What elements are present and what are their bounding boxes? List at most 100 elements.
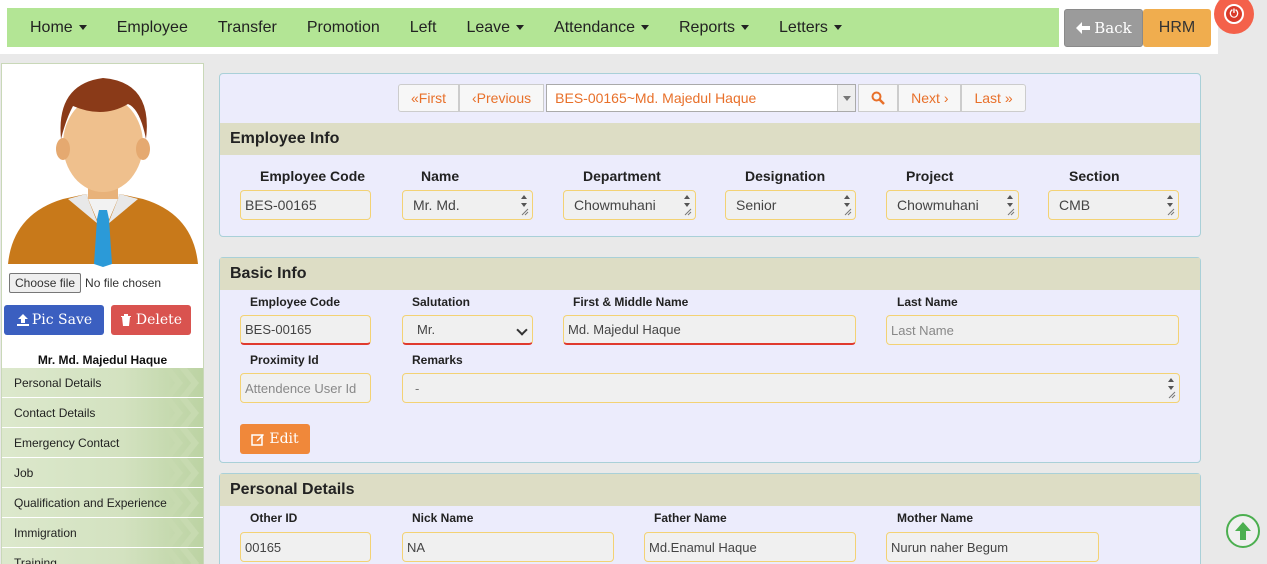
nav-employee[interactable]: Employee xyxy=(117,19,188,37)
basic-info-panel: Basic Info Employee Code Salutation Firs… xyxy=(219,257,1201,463)
edit-label: Edit xyxy=(269,431,299,447)
nav-reports[interactable]: Reports xyxy=(678,18,750,37)
hrm-button[interactable]: HRM xyxy=(1143,9,1211,47)
top-bar: Home Employee Transfer Promotion Left Le… xyxy=(0,0,1218,54)
label-salutation: Salutation xyxy=(412,295,471,309)
label-department: Department xyxy=(583,168,661,184)
next-button[interactable]: Next › xyxy=(898,84,962,112)
profile-sidebar: Choose file No file chosen Pic Save Dele… xyxy=(1,63,204,564)
caret-down-icon xyxy=(741,25,750,30)
name-field[interactable]: Mr. Md. xyxy=(402,190,533,220)
chevron-right-icon xyxy=(163,368,199,397)
nav-left[interactable]: Left xyxy=(410,19,437,37)
chevron-right-icon xyxy=(163,398,199,427)
label-designation: Designation xyxy=(745,168,826,184)
power-button[interactable]: ⏻ xyxy=(1214,0,1254,34)
upload-icon xyxy=(16,314,29,326)
label-other-id: Other ID xyxy=(250,511,298,525)
back-label: Back xyxy=(1094,19,1132,37)
sidebar-item-label: Training xyxy=(14,555,57,564)
delete-button[interactable]: Delete xyxy=(111,305,191,335)
employee-code-input[interactable]: BES-00165 xyxy=(240,315,371,345)
sidebar-item-label: Job xyxy=(14,465,34,480)
first-middle-name-input[interactable]: Md. Majedul Haque xyxy=(563,315,856,345)
employee-code-value: BES-00165 xyxy=(245,322,312,337)
nick-name-value: NA xyxy=(407,539,426,555)
mother-name-input[interactable]: Nurun naher Begum xyxy=(886,532,1099,562)
chevron-right-icon xyxy=(163,518,199,547)
nav-letters[interactable]: Letters xyxy=(779,19,842,37)
pic-save-button[interactable]: Pic Save xyxy=(4,305,104,335)
chevron-down-icon xyxy=(516,324,528,336)
last-name-placeholder: Last Name xyxy=(891,322,954,338)
label-name: Name xyxy=(421,168,460,184)
designation-value: Senior xyxy=(736,197,777,213)
resize-handle-icon xyxy=(844,195,852,216)
pic-save-label: Pic Save xyxy=(31,312,93,328)
sidebar-item-immigration[interactable]: Immigration xyxy=(2,518,203,548)
employee-code-field[interactable]: BES-00165 xyxy=(240,190,371,220)
search-icon xyxy=(871,91,886,105)
choose-file-button[interactable]: Choose file xyxy=(9,273,82,293)
first-middle-name-value: Md. Majedul Haque xyxy=(568,322,681,337)
nav-promotion[interactable]: Promotion xyxy=(307,19,380,37)
search-button[interactable] xyxy=(858,84,899,112)
sidebar-item-contact-details[interactable]: Contact Details xyxy=(2,398,203,428)
designation-field[interactable]: Senior xyxy=(725,190,856,220)
project-value: Chowmuhani xyxy=(897,197,979,213)
employee-select-value: BES-00165~Md. Majedul Haque xyxy=(555,90,757,106)
avatar-icon xyxy=(8,78,198,267)
sidebar-item-label: Contact Details xyxy=(14,405,96,420)
scroll-to-top-button[interactable] xyxy=(1226,514,1260,548)
last-name-input[interactable]: Last Name xyxy=(886,315,1179,345)
proximity-id-input[interactable]: Attendence User Id xyxy=(240,373,371,403)
label-employee-code: Employee Code xyxy=(260,168,366,184)
sidebar-item-job[interactable]: Job xyxy=(2,458,203,488)
nav-home-label: Home xyxy=(30,18,73,36)
sidebar-item-qualification[interactable]: Qualification and Experience xyxy=(2,488,203,518)
employee-select[interactable]: BES-00165~Md. Majedul Haque xyxy=(546,84,857,112)
nav-letters-label: Letters xyxy=(779,18,828,36)
personal-details-panel: Personal Details Other ID Nick Name Fath… xyxy=(219,473,1201,564)
label-first-middle-name: First & Middle Name xyxy=(573,295,689,309)
section-field[interactable]: CMB xyxy=(1048,190,1179,220)
nav-transfer[interactable]: Transfer xyxy=(218,19,277,37)
label-project: Project xyxy=(906,168,954,184)
sidebar-item-emergency-contact[interactable]: Emergency Contact xyxy=(2,428,203,458)
project-field[interactable]: Chowmuhani xyxy=(886,190,1019,220)
caret-down-icon xyxy=(833,25,842,30)
previous-button[interactable]: ‹Previous xyxy=(459,84,545,112)
file-status: No file chosen xyxy=(85,276,162,290)
salutation-select[interactable]: Mr. xyxy=(402,315,533,345)
sidebar-item-training[interactable]: Training xyxy=(2,548,203,564)
father-name-input[interactable]: Md.Enamul Haque xyxy=(644,532,856,562)
resize-handle-icon xyxy=(521,195,529,216)
nick-name-input[interactable]: NA xyxy=(402,532,614,562)
nav-leave[interactable]: Leave xyxy=(466,19,525,37)
nav-reports-label: Reports xyxy=(678,18,736,36)
nav-home[interactable]: Home xyxy=(30,19,87,37)
arrow-left-icon xyxy=(1076,22,1091,34)
arrow-up-icon xyxy=(1235,522,1251,540)
last-button[interactable]: Last » xyxy=(961,84,1026,112)
resize-handle-icon xyxy=(1168,378,1176,399)
first-button[interactable]: «First xyxy=(398,84,459,112)
back-button[interactable]: Back xyxy=(1064,9,1143,47)
department-field[interactable]: Chowmuhani xyxy=(563,190,696,220)
remarks-textarea[interactable]: - xyxy=(402,373,1180,403)
employee-code-value: BES-00165 xyxy=(245,197,317,213)
file-picker[interactable]: Choose file No file chosen xyxy=(9,273,161,293)
department-value: Chowmuhani xyxy=(574,197,656,213)
sidebar-item-personal-details[interactable]: Personal Details xyxy=(2,368,203,398)
nav-attendance-label: Attendance xyxy=(554,18,635,36)
other-id-input[interactable]: 00165 xyxy=(240,532,371,562)
personal-details-heading: Personal Details xyxy=(220,474,1200,506)
label-father-name: Father Name xyxy=(654,511,727,525)
edit-button[interactable]: Edit xyxy=(240,424,310,454)
nav-attendance[interactable]: Attendance xyxy=(554,19,649,37)
delete-label: Delete xyxy=(135,312,183,328)
trash-icon xyxy=(120,314,131,326)
nav-transfer-label: Transfer xyxy=(217,18,277,36)
label-last-name: Last Name xyxy=(897,295,958,309)
sidebar-item-label: Qualification and Experience xyxy=(14,495,167,510)
